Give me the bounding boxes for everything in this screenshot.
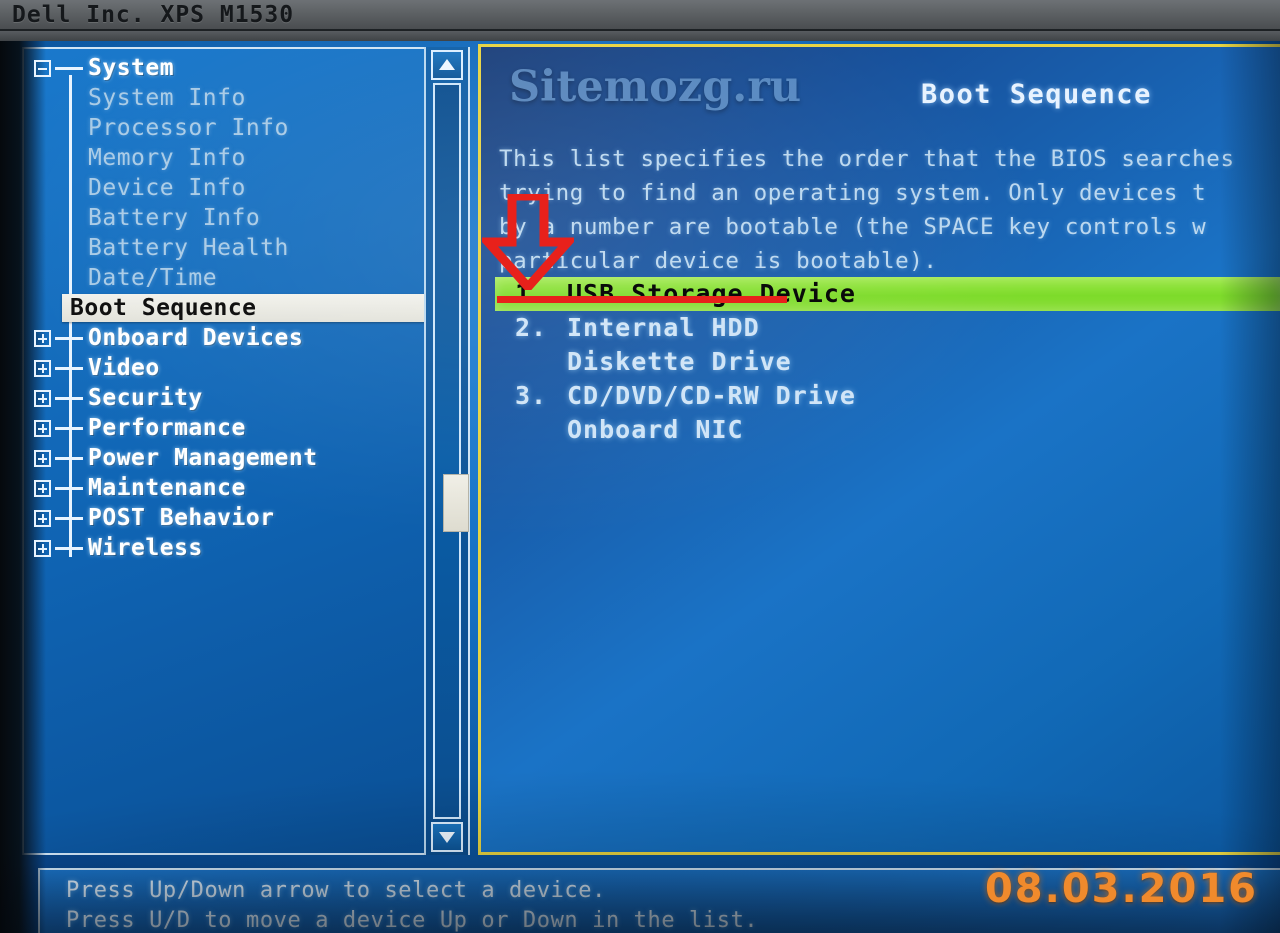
tree-expand-icon[interactable]	[34, 390, 51, 407]
boot-device-row[interactable]: 2. Internal HDD	[481, 311, 1280, 345]
site-watermark: Sitemozg.ru	[509, 62, 802, 112]
tree-connector-line	[55, 337, 83, 340]
sidebar-item-system[interactable]: System	[28, 53, 432, 83]
scrollbar-track[interactable]	[433, 83, 469, 819]
sidebar-item-label: Battery Health	[88, 235, 289, 261]
camera-date-stamp: 08.03.2016	[984, 866, 1258, 912]
sidebar-item-video[interactable]: Video	[28, 353, 432, 383]
tree-connector-line	[55, 397, 83, 400]
sidebar-item-label: POST Behavior	[88, 505, 275, 531]
window-title-bar: Dell Inc. XPS M1530	[0, 0, 1280, 31]
sidebar-item-system-info[interactable]: System Info	[28, 83, 432, 113]
tree-expand-icon[interactable]	[34, 480, 51, 497]
scrollbar-thumb[interactable]	[443, 474, 469, 532]
tree-connector-line	[55, 487, 83, 490]
boot-device-order-number: 3.	[515, 381, 548, 410]
sidebar-item-label: Device Info	[88, 175, 246, 201]
sidebar-item-label: Wireless	[88, 535, 203, 561]
tree-expand-icon[interactable]	[34, 420, 51, 437]
tree-connector-line	[55, 457, 83, 460]
boot-device-name: Onboard NIC	[567, 415, 744, 444]
boot-device-row[interactable]: 1. USB Storage Device	[481, 277, 1280, 311]
sidebar-item-label: Boot Sequence	[70, 295, 257, 321]
sidebar-item-label: System	[88, 55, 175, 81]
sidebar-item-label: Maintenance	[88, 475, 246, 501]
boot-device-row[interactable]: 3. CD/DVD/CD-RW Drive	[481, 379, 1280, 413]
sidebar-item-label: Video	[88, 355, 160, 381]
sidebar-item-label: Processor Info	[88, 115, 289, 141]
sidebar-item-power-management[interactable]: Power Management	[28, 443, 432, 473]
sidebar-item-boot-sequence[interactable]: Boot Sequence	[28, 293, 432, 323]
sidebar-item-battery-health[interactable]: Battery Health	[28, 233, 432, 263]
sidebar-item-performance[interactable]: Performance	[28, 413, 432, 443]
boot-device-row[interactable]: Diskette Drive	[481, 345, 1280, 379]
boot-device-order-number: 2.	[515, 313, 548, 342]
tree-scrollbar[interactable]	[424, 47, 469, 855]
sidebar-item-onboard-devices[interactable]: Onboard Devices	[28, 323, 432, 353]
sidebar-item-processor-info[interactable]: Processor Info	[28, 113, 432, 143]
sidebar-item-label: Memory Info	[88, 145, 246, 171]
sidebar-item-date-time[interactable]: Date/Time	[28, 263, 432, 293]
chevron-down-icon	[439, 832, 455, 843]
title-bar-shadow	[0, 31, 1280, 41]
boot-sequence-panel: Sitemozg.ru Boot Sequence This list spec…	[478, 44, 1280, 855]
boot-device-row[interactable]: Onboard NIC	[481, 413, 1280, 447]
sidebar-item-maintenance[interactable]: Maintenance	[28, 473, 432, 503]
tree-connector-line	[55, 427, 83, 430]
tree-expand-icon[interactable]	[34, 360, 51, 377]
navigation-tree-panel: System System Info Processor Info Memory In…	[22, 47, 470, 855]
tree-expand-icon[interactable]	[34, 510, 51, 527]
window-title: Dell Inc. XPS M1530	[12, 2, 295, 28]
help-text: Press Up/Down arrow to select a device. …	[66, 878, 759, 933]
sidebar-item-device-info[interactable]: Device Info	[28, 173, 432, 203]
tree-collapse-icon[interactable]	[34, 60, 51, 77]
chevron-up-icon	[439, 59, 455, 70]
sidebar-item-label: Power Management	[88, 445, 318, 471]
sidebar-item-label: Performance	[88, 415, 246, 441]
sidebar-item-post-behavior[interactable]: POST Behavior	[28, 503, 432, 533]
sidebar-item-label: System Info	[88, 85, 246, 111]
panel-description: This list specifies the order that the B…	[499, 146, 1235, 274]
sidebar-item-memory-info[interactable]: Memory Info	[28, 143, 432, 173]
annotation-arrow-icon	[477, 191, 579, 294]
sidebar-item-security[interactable]: Security	[28, 383, 432, 413]
scroll-down-button[interactable]	[431, 822, 463, 852]
boot-device-name: Internal HDD	[567, 313, 760, 342]
boot-device-name: CD/DVD/CD-RW Drive	[567, 381, 856, 410]
panel-title: Boot Sequence	[921, 79, 1152, 110]
annotation-underline	[497, 296, 787, 303]
tree-expand-icon[interactable]	[34, 540, 51, 557]
sidebar-item-label: Security	[88, 385, 203, 411]
tree-expand-icon[interactable]	[34, 330, 51, 347]
boot-device-name: Diskette Drive	[567, 347, 792, 376]
tree-connector-line	[55, 517, 83, 520]
sidebar-item-label: Date/Time	[88, 265, 218, 291]
sidebar-item-battery-info[interactable]: Battery Info	[28, 203, 432, 233]
boot-device-name: USB Storage Device	[567, 279, 856, 308]
sidebar-item-wireless[interactable]: Wireless	[28, 533, 432, 563]
tree-connector-line	[55, 547, 83, 550]
sidebar-item-label: Onboard Devices	[88, 325, 304, 351]
bios-screen-photo: Dell Inc. XPS M1530 System System Info Pro…	[0, 0, 1280, 933]
scroll-up-button[interactable]	[431, 50, 463, 80]
sidebar-item-label: Battery Info	[88, 205, 261, 231]
tree-connector-line	[55, 67, 83, 70]
tree-expand-icon[interactable]	[34, 450, 51, 467]
tree-connector-line	[55, 367, 83, 370]
navigation-tree[interactable]: System System Info Processor Info Memory In…	[28, 53, 432, 851]
